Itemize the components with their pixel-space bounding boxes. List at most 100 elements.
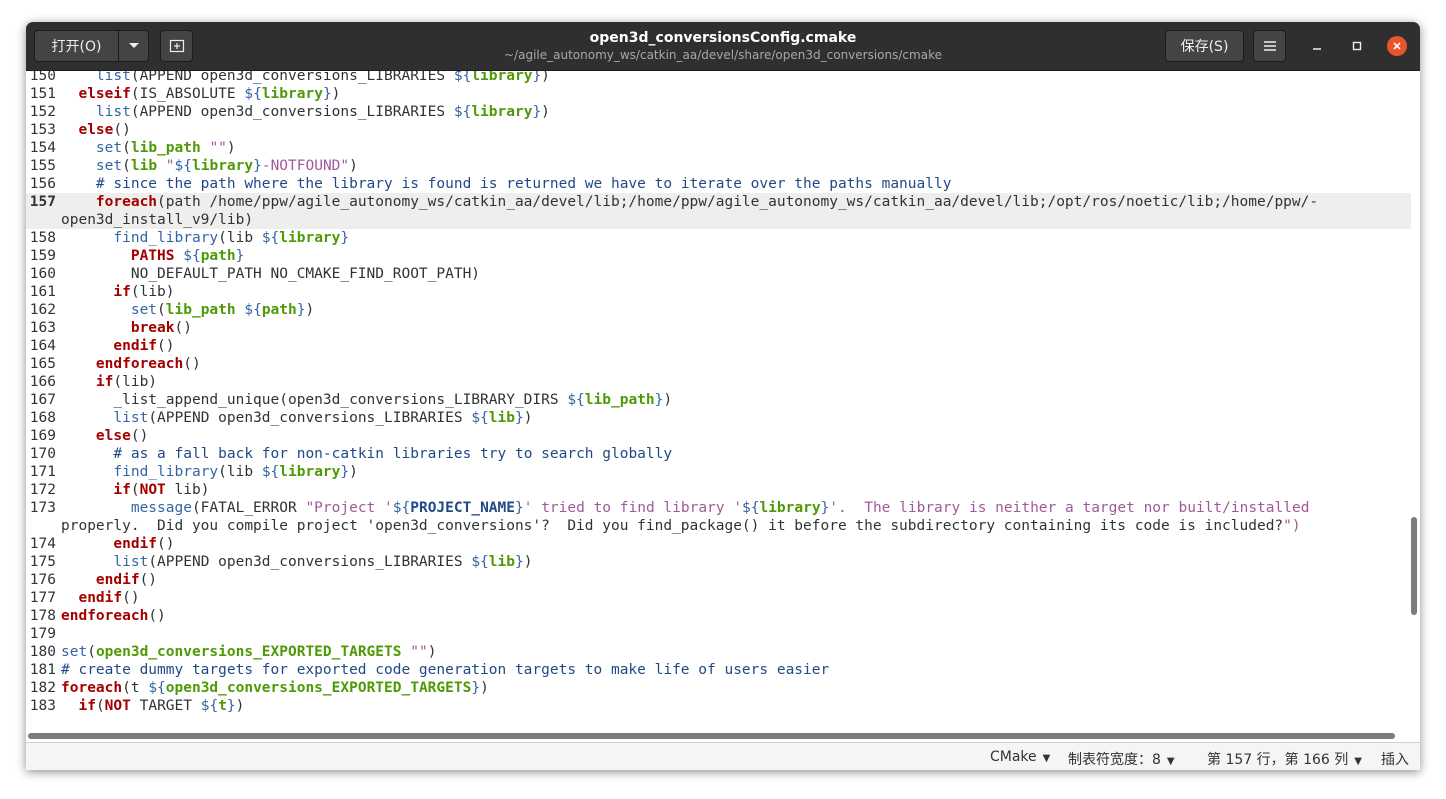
close-button[interactable] [1387, 36, 1407, 56]
code-line[interactable]: 154 set(lib_path "") [26, 139, 1411, 157]
line-number: 169 [29, 428, 56, 444]
minimize-icon [1313, 48, 1321, 50]
line-number: 164 [29, 338, 56, 354]
code-line[interactable]: 178 endforeach() [26, 607, 1411, 625]
code-line[interactable]: 153 else() [26, 121, 1411, 139]
code-text: endif() [113, 338, 175, 354]
code-text-wrapped: properly. Did you compile project 'open3… [61, 518, 1301, 534]
status-bar: CMake ▼ 制表符宽度：8 ▼ 第 157 行，第 166 列 ▼ 插入 [26, 742, 1420, 770]
code-line[interactable]: 158 find_library(lib ${library} [26, 229, 1411, 247]
code-text: find_library(lib ${library}) [113, 464, 358, 480]
code-text: if(NOT TARGET ${t}) [78, 698, 245, 714]
code-text: message(FATAL_ERROR "Project '${PROJECT_… [130, 500, 1310, 516]
header-bar: 打开(O) open3d_conversionsConfig.cmake ~/a… [26, 22, 1420, 71]
code-line[interactable]: 179 [26, 625, 1411, 643]
menu-button[interactable] [1253, 30, 1286, 62]
line-number: 173 [29, 500, 56, 516]
code-line[interactable]: 150 list(APPEND open3d_conversions_LIBRA… [26, 71, 1411, 85]
code-text: NO_DEFAULT_PATH NO_CMAKE_FIND_ROOT_PATH) [61, 266, 481, 282]
code-line[interactable]: 170 # as a fall back for non-catkin libr… [26, 445, 1411, 463]
code-text: endif() [78, 590, 140, 606]
code-line[interactable]: 182 foreach(t ${open3d_conversions_EXPORT… [26, 679, 1411, 697]
minimize-button[interactable] [1307, 36, 1327, 56]
document-title: open3d_conversionsConfig.cmake [589, 30, 857, 46]
code-line[interactable]: 181 # create dummy targets for exported c… [26, 661, 1411, 679]
line-number: 168 [29, 410, 56, 426]
code-line[interactable]: 171 find_library(lib ${library}) [26, 463, 1411, 481]
close-icon [1393, 42, 1401, 50]
code-line[interactable]: 175 list(APPEND open3d_conversions_LIBRA… [26, 553, 1411, 571]
code-line[interactable]: 157 foreach(path /home/ppw/agile_autonom… [26, 193, 1411, 229]
code-text: endif() [95, 572, 158, 588]
line-number: 153 [29, 122, 56, 138]
code-text: else() [95, 428, 149, 444]
code-line[interactable]: 162 set(lib_path ${path}) [26, 301, 1411, 319]
line-number: 152 [29, 104, 56, 120]
insert-mode-indicator: 插入 [1381, 752, 1409, 768]
code-line[interactable]: 167 _list_append_unique(open3d_conversio… [26, 391, 1411, 409]
code-line[interactable]: 156 # since the path where the library i… [26, 175, 1411, 193]
code-text: endif() [113, 536, 175, 552]
dropdown-arrow-icon: ▼ [1354, 756, 1362, 767]
code-editor[interactable]: 150 list(APPEND open3d_conversions_LIBRA… [26, 71, 1420, 731]
hamburger-menu-icon [1263, 41, 1276, 51]
line-number: 178 [29, 608, 56, 624]
open-dropdown-button[interactable] [118, 30, 149, 62]
code-text: if(NOT lib) [113, 482, 210, 498]
code-line[interactable]: 176 endif() [26, 571, 1411, 589]
line-number: 179 [29, 626, 56, 642]
code-line[interactable]: 152 list(APPEND open3d_conversions_LIBRA… [26, 103, 1411, 121]
line-number: 170 [29, 446, 56, 462]
code-line[interactable]: 160 NO_DEFAULT_PATH NO_CMAKE_FIND_ROOT_P… [26, 265, 1411, 283]
vertical-scrollbar[interactable] [1411, 517, 1417, 615]
line-number: 162 [29, 302, 56, 318]
code-text: if(lib) [113, 284, 175, 300]
new-tab-button[interactable] [160, 30, 193, 62]
line-number: 174 [29, 536, 56, 552]
code-line[interactable]: 177 endif() [26, 589, 1411, 607]
language-selector[interactable]: CMake ▼ [990, 749, 1050, 765]
code-line[interactable]: 168 list(APPEND open3d_conversions_LIBRA… [26, 409, 1411, 427]
code-line[interactable]: 163 break() [26, 319, 1411, 337]
open-button[interactable]: 打开(O) [34, 30, 119, 62]
code-text: foreach(path /home/ppw/agile_autonomy_ws… [95, 194, 1319, 210]
line-number: 171 [29, 464, 56, 480]
line-number: 158 [29, 230, 56, 246]
save-button[interactable]: 保存(S) [1165, 30, 1244, 62]
code-line[interactable]: 172 if(NOT lib) [26, 481, 1411, 499]
code-line[interactable]: 155 set(lib "${library}-NOTFOUND") [26, 157, 1411, 175]
dropdown-arrow-icon: ▼ [1166, 756, 1175, 767]
code-line[interactable]: 151 elseif(IS_ABSOLUTE ${library}) [26, 85, 1411, 103]
code-line[interactable]: 161 if(lib) [26, 283, 1411, 301]
code-text: else() [78, 122, 131, 138]
code-line[interactable]: 159 PATHS ${path} [26, 247, 1411, 265]
code-line[interactable]: 183 if(NOT TARGET ${t}) [26, 697, 1411, 715]
tab-width-label: 制表符宽度：8 [1068, 752, 1161, 768]
cursor-position-selector[interactable]: 第 157 行，第 166 列 ▼ [1207, 749, 1362, 769]
cursor-position-label: 第 157 行，第 166 列 [1207, 752, 1349, 768]
line-number: 181 [29, 662, 56, 678]
line-number: 172 [29, 482, 56, 498]
code-line[interactable]: 166 if(lib) [26, 373, 1411, 391]
line-number: 150 [29, 71, 56, 84]
dropdown-arrow-icon: ▼ [1042, 753, 1051, 764]
code-line[interactable]: 165 endforeach() [26, 355, 1411, 373]
code-line[interactable]: 169 else() [26, 427, 1411, 445]
code-line[interactable]: 174 endif() [26, 535, 1411, 553]
code-text: endforeach() [95, 356, 201, 372]
code-text: # as a fall back for non-catkin librarie… [113, 446, 673, 462]
code-line[interactable]: 164 endif() [26, 337, 1411, 355]
code-text: # create dummy targets for exported code… [61, 662, 830, 678]
code-line[interactable]: 173 message(FATAL_ERROR "Project '${PROJ… [26, 499, 1411, 535]
line-number: 155 [29, 158, 56, 174]
code-text: _list_append_unique(open3d_conversions_L… [61, 392, 673, 408]
maximize-button[interactable] [1347, 36, 1367, 56]
code-line[interactable]: 180 set(open3d_conversions_EXPORTED_TARGE… [26, 643, 1411, 661]
horizontal-scrollbar[interactable] [28, 733, 1395, 739]
code-text: list(APPEND open3d_conversions_LIBRARIES… [95, 104, 550, 120]
tab-width-selector[interactable]: 制表符宽度：8 ▼ [1068, 749, 1175, 769]
line-number: 159 [29, 248, 56, 264]
new-document-icon [169, 39, 184, 53]
code-text: # since the path where the library is fo… [95, 176, 952, 192]
line-number: 154 [29, 140, 56, 156]
